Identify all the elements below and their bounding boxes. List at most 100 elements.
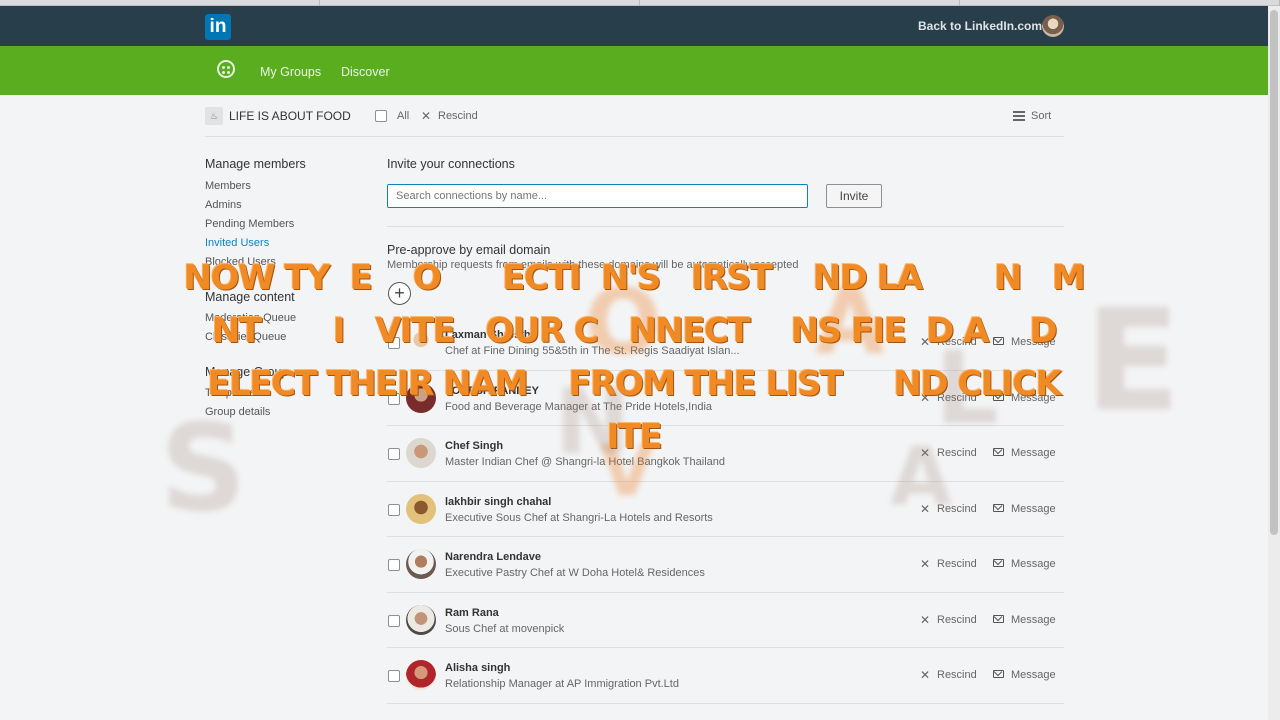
sidebar-item-blocked-users[interactable]: Blocked Users <box>205 256 276 268</box>
row-checkbox[interactable] <box>388 392 400 405</box>
message-button[interactable]: Message <box>1011 392 1056 404</box>
profile-avatar[interactable] <box>1042 15 1064 37</box>
list-item: Chef Singh Master Indian Chef @ Shangri-… <box>387 426 1064 482</box>
sidebar-heading-manage-members: Manage members <box>205 157 306 171</box>
close-icon[interactable]: ✕ <box>920 668 930 682</box>
member-name[interactable]: Alisha singh <box>445 662 510 674</box>
row-checkbox[interactable] <box>388 614 400 627</box>
preapprove-title: Pre-approve by email domain <box>387 243 551 257</box>
sidebar-heading-manage-group: Manage Group <box>205 365 289 379</box>
rescind-button[interactable]: Rescind <box>937 336 977 348</box>
envelope-icon[interactable] <box>993 337 1004 345</box>
group-logo-icon: ♨ <box>205 107 223 125</box>
avatar[interactable] <box>406 382 436 413</box>
member-name[interactable]: Narendra Lendave <box>445 551 541 563</box>
member-name[interactable]: lakhbir singh chahal <box>445 496 551 508</box>
message-button[interactable]: Message <box>1011 669 1056 681</box>
avatar[interactable] <box>406 438 436 468</box>
sidebar-item-templates[interactable]: Templates <box>205 387 255 399</box>
envelope-icon[interactable] <box>993 614 1004 623</box>
sidebar-item-group-details[interactable]: Group details <box>205 406 270 418</box>
avatar[interactable] <box>406 604 436 635</box>
page-content: ♨ LIFE IS ABOUT FOOD All ✕ Rescind Sort … <box>0 95 1268 720</box>
member-headline: Chef at Fine Dining 55&5th in The St. Re… <box>445 345 740 357</box>
member-name[interactable]: Ram Rana <box>445 607 499 619</box>
close-icon[interactable]: ✕ <box>920 391 930 405</box>
member-name[interactable]: LOKESH PANDEY <box>445 385 539 397</box>
member-headline: Master Indian Chef @ Shangri-la Hotel Ba… <box>445 456 726 468</box>
envelope-icon[interactable] <box>993 503 1004 512</box>
rescind-button[interactable]: Rescind <box>937 669 977 681</box>
select-all-label: All <box>397 110 410 122</box>
sidebar-item-invited-users[interactable]: Invited Users <box>205 237 269 249</box>
member-headline: Relationship Manager at AP Immigration P… <box>445 678 679 690</box>
message-button[interactable]: Message <box>1011 336 1056 348</box>
groups-icon[interactable] <box>217 60 235 78</box>
row-checkbox[interactable] <box>388 337 400 349</box>
row-checkbox[interactable] <box>388 670 400 682</box>
avatar[interactable] <box>406 549 436 579</box>
groups-subnav: My Groups Discover <box>0 46 1268 95</box>
sidebar-item-moderation-queue[interactable]: Moderation Queue <box>205 312 296 324</box>
search-connections-input[interactable] <box>387 184 808 208</box>
member-headline: Food and Beverage Manager at The Pride H… <box>445 400 713 413</box>
list-item: Ram Rana Sous Chef at movenpick ✕ Rescin… <box>387 593 1064 648</box>
message-button[interactable]: Message <box>1011 558 1056 570</box>
message-button[interactable]: Message <box>1011 447 1056 459</box>
row-checkbox[interactable] <box>388 503 400 516</box>
member-headline: Executive Sous Chef at Shangri-La Hotels… <box>445 511 713 524</box>
sidebar-item-pending-members[interactable]: Pending Members <box>205 218 294 230</box>
bulk-rescind-button[interactable]: Rescind <box>438 110 478 122</box>
rescind-button[interactable]: Rescind <box>937 447 977 459</box>
filter-bar: ♨ LIFE IS ABOUT FOOD All ✕ Rescind Sort <box>205 107 1064 137</box>
sidebar-heading-manage-content: Manage content <box>205 290 295 304</box>
linkedin-logo[interactable]: in <box>205 14 231 40</box>
select-all-checkbox[interactable] <box>375 110 387 122</box>
close-icon[interactable]: ✕ <box>421 109 431 123</box>
close-icon[interactable]: ✕ <box>920 557 930 571</box>
scrollbar-thumb[interactable] <box>1270 10 1278 535</box>
close-icon[interactable]: ✕ <box>920 446 930 460</box>
envelope-icon[interactable] <box>993 448 1004 456</box>
group-name[interactable]: LIFE IS ABOUT FOOD <box>229 109 351 123</box>
sort-icon[interactable] <box>1013 109 1025 121</box>
avatar[interactable] <box>406 327 436 357</box>
envelope-icon[interactable] <box>993 559 1004 567</box>
sidebar-item-admins[interactable]: Admins <box>205 199 242 211</box>
list-item: LOKESH PANDEY Food and Beverage Manager … <box>387 371 1064 426</box>
divider <box>387 226 1064 227</box>
invite-section-title: Invite your connections <box>387 157 515 171</box>
close-icon[interactable]: ✕ <box>920 502 930 516</box>
avatar[interactable] <box>406 493 436 524</box>
member-headline: Executive Pastry Chef at W Doha Hotel& R… <box>445 567 705 579</box>
member-name[interactable]: Chef Singh <box>445 440 503 452</box>
message-button[interactable]: Message <box>1011 614 1056 626</box>
message-button[interactable]: Message <box>1011 503 1056 515</box>
rescind-button[interactable]: Rescind <box>937 614 977 626</box>
invite-button[interactable]: Invite <box>826 184 882 208</box>
add-domain-button[interactable]: + <box>388 282 411 305</box>
member-name[interactable]: Laxman Shrestha <box>445 329 537 341</box>
preapprove-subtitle: Membership requests from emails with the… <box>387 259 799 271</box>
rescind-button[interactable]: Rescind <box>937 392 977 404</box>
avatar[interactable] <box>406 660 436 690</box>
top-nav-bar: in Back to LinkedIn.com <box>0 6 1268 46</box>
rescind-button[interactable]: Rescind <box>937 503 977 515</box>
sidebar-item-members[interactable]: Members <box>205 180 251 192</box>
list-item: Laxman Shrestha Chef at Fine Dining 55&5… <box>387 315 1064 371</box>
envelope-icon[interactable] <box>993 392 1004 401</box>
row-checkbox[interactable] <box>388 559 400 571</box>
close-icon[interactable]: ✕ <box>920 613 930 627</box>
rescind-button[interactable]: Rescind <box>937 558 977 570</box>
list-item: lakhbir singh chahal Executive Sous Chef… <box>387 482 1064 537</box>
row-checkbox[interactable] <box>388 448 400 460</box>
back-to-linkedin-link[interactable]: Back to LinkedIn.com <box>918 19 1042 33</box>
list-item: Narendra Lendave Executive Pastry Chef a… <box>387 537 1064 593</box>
envelope-icon[interactable] <box>993 670 1004 678</box>
nav-my-groups[interactable]: My Groups <box>260 65 321 79</box>
sidebar-item-classifier-queue[interactable]: Classifier Queue <box>205 331 286 343</box>
close-icon[interactable]: ✕ <box>920 335 930 349</box>
sort-button[interactable]: Sort <box>1031 110 1051 122</box>
nav-discover[interactable]: Discover <box>341 65 390 79</box>
member-headline: Sous Chef at movenpick <box>445 622 565 635</box>
